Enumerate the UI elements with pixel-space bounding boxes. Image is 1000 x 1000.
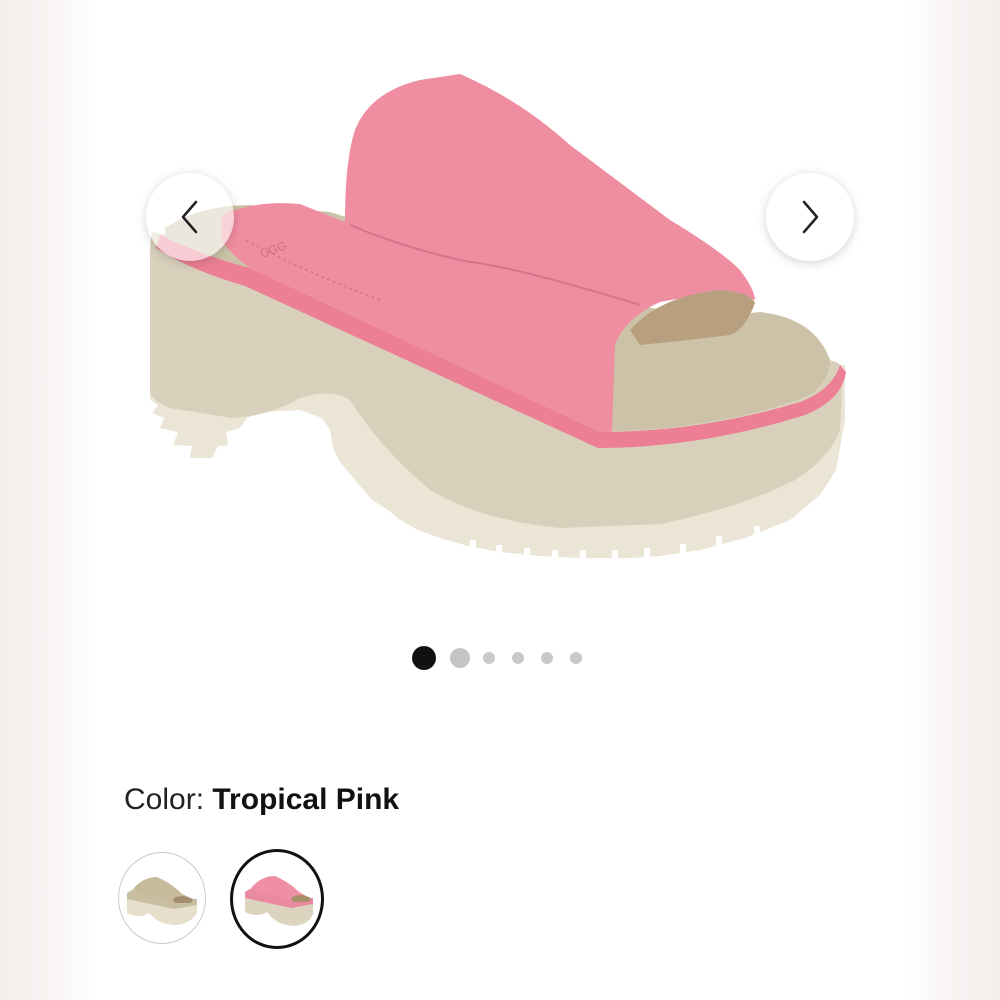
carousel-dot-5[interactable] bbox=[541, 652, 553, 664]
carousel-dot-3[interactable] bbox=[483, 652, 495, 664]
left-edge-blur bbox=[0, 0, 95, 1000]
next-image-button[interactable] bbox=[766, 173, 854, 261]
pink-sandal-thumbnail bbox=[245, 876, 313, 926]
right-edge-blur bbox=[905, 0, 1000, 1000]
carousel-pagination bbox=[412, 646, 582, 670]
carousel-dot-4[interactable] bbox=[512, 652, 524, 664]
color-label: Color: bbox=[124, 783, 205, 816]
product-image-area: UGG bbox=[95, 0, 905, 700]
sand-sandal-thumbnail bbox=[127, 877, 197, 925]
carousel-dot-1[interactable] bbox=[412, 646, 436, 670]
product-image: UGG bbox=[150, 74, 846, 564]
previous-image-button[interactable] bbox=[146, 173, 234, 261]
carousel-dot-2[interactable] bbox=[450, 648, 470, 668]
carousel-dot-6[interactable] bbox=[570, 652, 582, 664]
color-swatch-tropical-pink[interactable] bbox=[230, 849, 324, 949]
selected-color-value: Tropical Pink bbox=[212, 783, 400, 816]
chevron-left-icon bbox=[181, 200, 198, 234]
color-swatch-sand[interactable] bbox=[118, 852, 206, 944]
chevron-right-icon bbox=[802, 200, 819, 234]
color-selector-label: Color: Tropical Pink bbox=[124, 783, 399, 817]
